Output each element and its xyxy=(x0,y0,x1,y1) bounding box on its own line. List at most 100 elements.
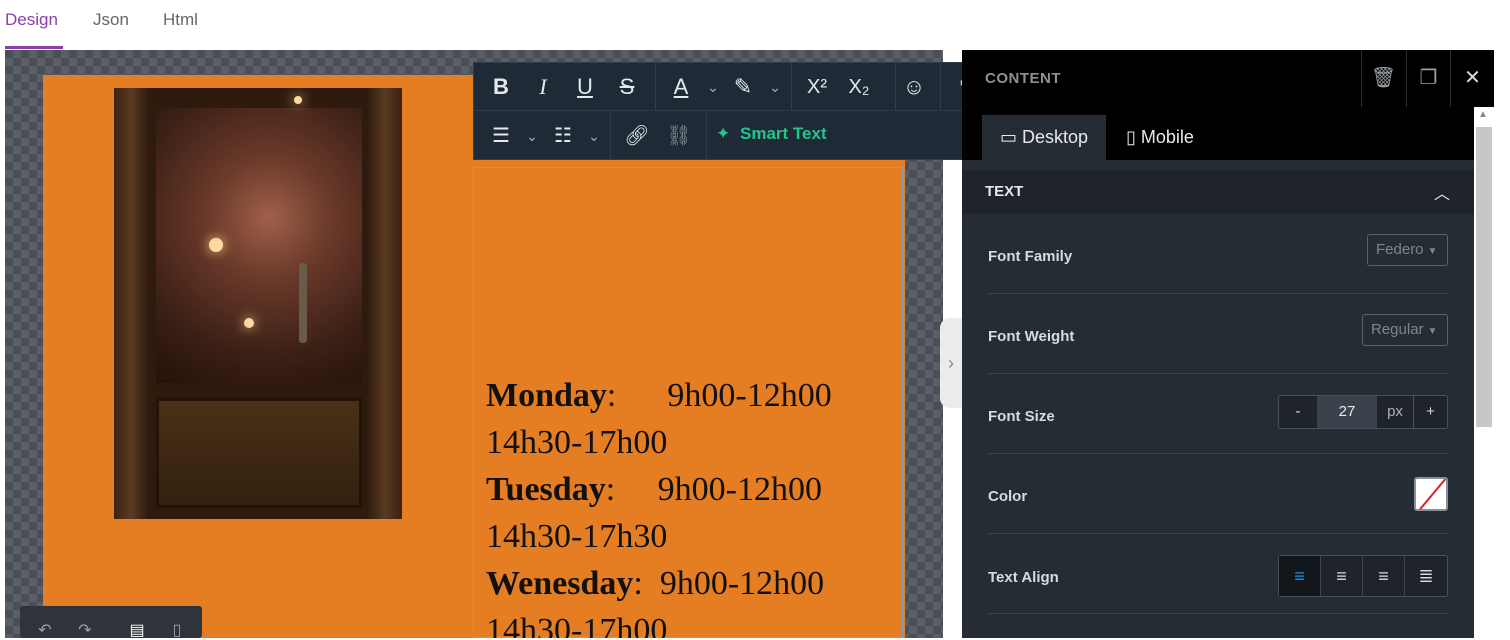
font-weight-row: Font Weight Regular ▼ xyxy=(988,294,1448,374)
panel-title: CONTENT xyxy=(985,70,1061,87)
mobile-preview-icon[interactable]: ▯ xyxy=(166,620,188,639)
active-tab-indicator xyxy=(5,46,63,49)
section-title: TEXT xyxy=(985,183,1024,200)
separator xyxy=(655,63,656,111)
panel-scrollbar[interactable]: ▲ xyxy=(1474,107,1494,638)
increment-button[interactable]: + xyxy=(1413,396,1447,428)
door-panel xyxy=(156,398,362,508)
day-monday: Monday xyxy=(486,377,607,414)
mobile-icon: ▯ xyxy=(1126,127,1141,147)
chevron-up-icon[interactable]: ︿ xyxy=(1434,180,1450,204)
chevron-down-icon[interactable]: ⌄ xyxy=(765,71,785,103)
font-family-select[interactable]: Federo ▼ xyxy=(1367,234,1448,266)
separator: : xyxy=(633,565,643,602)
redo-icon[interactable]: ↷ xyxy=(74,620,96,639)
font-size-row: Font Size - 27 px + xyxy=(988,374,1448,454)
device-tabs: ▭ Desktop ▯ Mobile xyxy=(962,107,1474,160)
text-color-icon[interactable]: A xyxy=(664,71,698,103)
chevron-down-icon[interactable]: ⌄ xyxy=(584,120,604,152)
font-family-value: Federo xyxy=(1376,241,1424,258)
tab-desktop[interactable]: ▭ Desktop xyxy=(982,115,1107,160)
trash-icon[interactable]: 🗑︎ xyxy=(1361,50,1405,107)
tab-design[interactable]: Design xyxy=(5,10,58,30)
day-wednesday: Wenesday xyxy=(486,565,634,602)
link-icon[interactable]: 🔗︎ xyxy=(620,120,654,152)
text-align-label: Text Align xyxy=(988,569,1059,586)
rich-text-toolbar: B I U S A ⌄ ✎ ⌄ X² X₂ ☺ ⤡ ☰ ⌄ ☷ ⌄ 🔗︎ ⛓ ✦… xyxy=(473,62,994,160)
font-size-input[interactable]: 27 xyxy=(1317,396,1377,428)
duplicate-icon[interactable]: ❐ xyxy=(1406,50,1450,107)
time-range: 14h30-17h00 xyxy=(486,612,668,638)
unlink-icon[interactable]: ⛓ xyxy=(662,120,696,152)
tab-mobile-label: Mobile xyxy=(1140,127,1194,147)
light-spot xyxy=(209,238,223,252)
time-range: 14h30-17h30 xyxy=(486,518,668,555)
properties-panel: CONTENT 🗑︎ ❐ ✕ ▭ Desktop ▯ Mobile TEXT ︿… xyxy=(962,50,1494,638)
scrollbar-thumb[interactable] xyxy=(1476,127,1492,427)
time-range: 9h00-12h00 xyxy=(659,565,825,602)
time-range: 9h00-12h00 xyxy=(667,377,832,414)
canvas-mini-toolbar: ↶ ↷ ▤ ▯ xyxy=(20,606,202,639)
separator xyxy=(610,112,611,160)
tab-html[interactable]: Html xyxy=(163,10,198,30)
align-center-icon[interactable]: ≡ xyxy=(1321,556,1363,596)
tab-desktop-label: Desktop xyxy=(1022,127,1089,147)
panel-collapse-handle[interactable]: › xyxy=(940,318,962,408)
subscript-icon[interactable]: X₂ xyxy=(842,71,876,103)
scroll-up-icon[interactable]: ▲ xyxy=(1478,109,1488,120)
decrement-button[interactable]: - xyxy=(1279,396,1317,428)
color-row: Color xyxy=(988,454,1448,534)
separator: : xyxy=(606,377,617,414)
caret-down-icon: ▼ xyxy=(1427,246,1438,257)
italic-icon[interactable]: I xyxy=(526,71,560,103)
bold-icon[interactable]: B xyxy=(484,71,518,103)
time-range: 9h00-12h00 xyxy=(657,471,822,508)
superscript-icon[interactable]: X² xyxy=(800,71,834,103)
color-swatch[interactable] xyxy=(1414,477,1448,511)
text-section-header[interactable]: TEXT ︿ xyxy=(962,170,1474,214)
font-weight-select[interactable]: Regular ▼ xyxy=(1362,314,1448,346)
rte-row-formatting: B I U S A ⌄ ✎ ⌄ X² X₂ ☺ ⤡ xyxy=(474,63,994,111)
font-family-label: Font Family xyxy=(988,248,1073,265)
undo-icon[interactable]: ↶ xyxy=(34,620,56,639)
close-icon[interactable]: ✕ xyxy=(1450,50,1494,107)
day-tuesday: Tuesday xyxy=(486,471,606,508)
desktop-preview-icon[interactable]: ▤ xyxy=(126,620,148,639)
chevron-down-icon[interactable]: ⌄ xyxy=(703,71,723,103)
numbered-list-icon[interactable]: ☷ xyxy=(546,120,580,152)
separator: : xyxy=(605,471,616,508)
desktop-icon: ▭ xyxy=(1000,127,1023,147)
text-align-row: Text Align ≡ ≡ ≡ ≣ xyxy=(988,534,1448,614)
font-weight-label: Font Weight xyxy=(988,328,1075,345)
opening-hours-text[interactable]: Monday: 9h00-12h00 14h30-17h00 Tuesday: … xyxy=(486,372,832,638)
text-align-group: ≡ ≡ ≡ ≣ xyxy=(1278,555,1448,597)
highlight-icon[interactable]: ✎ xyxy=(726,71,760,103)
chevron-down-icon[interactable]: ⌄ xyxy=(522,120,542,152)
caret-down-icon: ▼ xyxy=(1427,326,1438,337)
bullet-list-icon[interactable]: ☰ xyxy=(484,120,518,152)
emoji-icon[interactable]: ☺ xyxy=(897,71,931,103)
smart-text-button[interactable]: Smart Text xyxy=(740,124,827,144)
door-image[interactable] xyxy=(114,88,402,519)
separator xyxy=(791,63,792,111)
separator xyxy=(706,112,707,160)
panel-header: CONTENT 🗑︎ ❐ ✕ xyxy=(962,50,1494,107)
light-spot xyxy=(244,318,254,328)
font-weight-value: Regular xyxy=(1371,321,1424,338)
time-range: 14h30-17h00 xyxy=(486,424,668,461)
font-size-label: Font Size xyxy=(988,408,1055,425)
strikethrough-icon[interactable]: S xyxy=(610,71,644,103)
align-right-icon[interactable]: ≡ xyxy=(1363,556,1405,596)
align-justify-icon[interactable]: ≣ xyxy=(1405,556,1447,596)
magic-wand-icon: ✦ xyxy=(716,124,731,143)
font-family-row: Font Family Federo ▼ xyxy=(988,214,1448,294)
align-left-icon[interactable]: ≡ xyxy=(1279,556,1321,596)
color-label: Color xyxy=(988,488,1028,505)
light-spot xyxy=(294,96,302,104)
font-size-stepper: - 27 px + xyxy=(1278,395,1448,429)
door-glass xyxy=(156,108,362,383)
tab-mobile[interactable]: ▯ Mobile xyxy=(1108,115,1212,160)
tab-json[interactable]: Json xyxy=(93,10,129,30)
underline-icon[interactable]: U xyxy=(568,71,602,103)
door-handle xyxy=(299,263,307,343)
